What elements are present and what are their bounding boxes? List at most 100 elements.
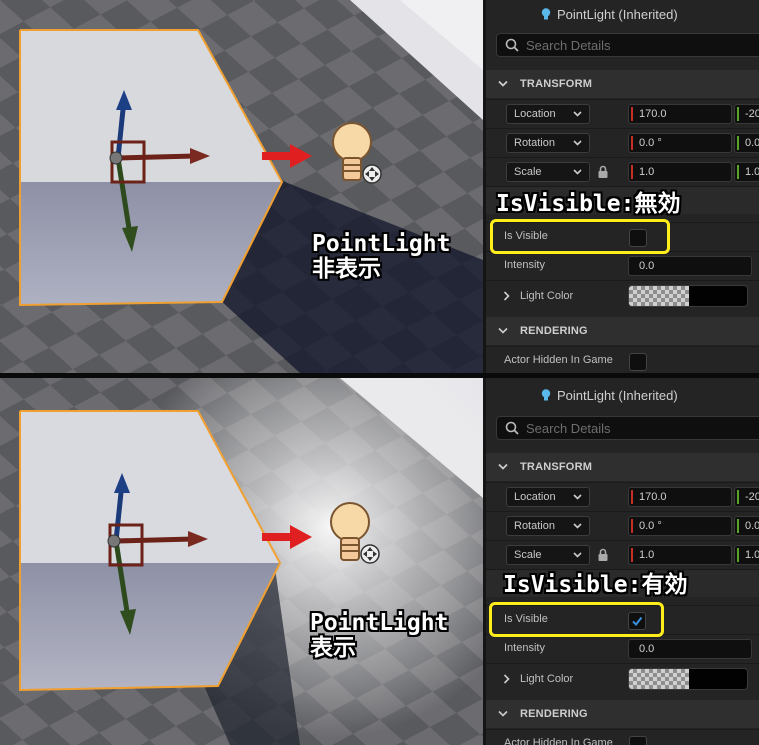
row-rotation: Rotation 0.0 ° 0.0	[486, 511, 759, 539]
section-rendering-label: RENDERING	[520, 325, 588, 337]
scale-label: Scale	[514, 166, 542, 178]
rotation-y-field[interactable]: 0.0	[734, 516, 759, 536]
search-details-input[interactable]: Search Details	[496, 33, 759, 57]
level-viewport[interactable]: PointLight 非表示	[0, 0, 483, 373]
lock-icon[interactable]	[597, 165, 609, 179]
location-dropdown[interactable]: Location	[506, 104, 590, 124]
rotation-x-field[interactable]: 0.0 °	[628, 133, 732, 153]
section-transform-label: TRANSFORM	[520, 461, 593, 473]
rotation-dropdown[interactable]: Rotation	[506, 133, 590, 153]
actor-hidden-checkbox[interactable]	[629, 353, 647, 371]
scale-dropdown[interactable]: Scale	[506, 545, 590, 565]
scale-y-field[interactable]: 1.0	[734, 545, 759, 565]
highlight-box	[490, 219, 670, 254]
location-label: Location	[514, 108, 556, 120]
details-title-text: PointLight (Inherited)	[557, 387, 678, 403]
viewport-caption: PointLight 表示	[310, 611, 448, 661]
point-light-bulb-icon	[541, 8, 551, 20]
location-label: Location	[514, 491, 556, 503]
actor-hidden-label: Actor Hidden In Game	[504, 354, 613, 366]
caption-line1: PointLight	[310, 610, 449, 636]
section-transform[interactable]: TRANSFORM	[486, 453, 759, 481]
chevron-down-icon	[498, 327, 508, 334]
details-title: PointLight (Inherited)	[486, 0, 759, 28]
point-light-bulb-icon	[541, 389, 551, 401]
chevron-down-icon	[573, 111, 582, 117]
row-location: Location 170.0 -20	[486, 482, 759, 510]
intensity-field[interactable]: 0.0	[628, 256, 752, 276]
annotation-text: IsVisible:有効	[503, 572, 688, 598]
rotation-label: Rotation	[514, 137, 555, 149]
chevron-down-icon	[498, 463, 508, 470]
section-rendering-label: RENDERING	[520, 708, 588, 720]
chevron-down-icon	[573, 169, 582, 175]
details-title-text: PointLight (Inherited)	[557, 6, 678, 22]
search-placeholder: Search Details	[526, 420, 611, 436]
light-color-label: Light Color	[520, 673, 574, 685]
row-actor-hidden: Actor Hidden In Game	[486, 729, 759, 745]
details-panel: PointLight (Inherited) Search Details TR…	[483, 0, 759, 373]
light-color-swatch[interactable]	[628, 668, 748, 690]
section-rendering[interactable]: RENDERING	[486, 317, 759, 345]
scale-y-field[interactable]: 1.0	[734, 162, 759, 182]
viewport-caption: PointLight 非表示	[312, 232, 450, 282]
section-transform[interactable]: TRANSFORM	[486, 70, 759, 98]
chevron-down-icon	[498, 80, 508, 87]
comparison-panel-visible: PointLight 表示 PointLight (Inherited) Sea…	[0, 378, 759, 745]
location-y-field[interactable]: -20	[734, 104, 759, 124]
comparison-panel-hidden: PointLight 非表示 PointLight (Inherited) Se…	[0, 0, 759, 373]
chevron-down-icon	[573, 552, 582, 558]
section-rendering[interactable]: RENDERING	[486, 700, 759, 728]
viewport-scene	[0, 378, 483, 745]
rotation-y-field[interactable]: 0.0	[734, 133, 759, 153]
actor-hidden-label: Actor Hidden In Game	[504, 737, 613, 745]
chevron-down-icon	[573, 523, 582, 529]
caption-line1: PointLight	[312, 231, 451, 257]
section-transform-label: TRANSFORM	[520, 78, 593, 90]
lock-icon[interactable]	[597, 548, 609, 562]
viewport-scene	[0, 0, 483, 373]
scale-x-field[interactable]: 1.0	[628, 162, 732, 182]
level-viewport[interactable]: PointLight 表示	[0, 378, 483, 745]
intensity-label: Intensity	[504, 642, 545, 654]
row-intensity: Intensity 0.0	[486, 251, 759, 279]
rotation-label: Rotation	[514, 520, 555, 532]
light-color-label: Light Color	[520, 290, 574, 302]
chevron-down-icon	[498, 710, 508, 717]
details-panel: PointLight (Inherited) Search Details TR…	[483, 378, 759, 745]
chevron-down-icon	[573, 494, 582, 500]
chevron-right-icon[interactable]	[503, 674, 510, 684]
row-rotation: Rotation 0.0 ° 0.0	[486, 128, 759, 156]
search-placeholder: Search Details	[526, 37, 611, 53]
move-gizmo-icon	[360, 544, 380, 564]
search-icon	[505, 38, 519, 52]
row-intensity: Intensity 0.0	[486, 634, 759, 662]
row-scale: Scale 1.0 1.0	[486, 540, 759, 568]
location-dropdown[interactable]: Location	[506, 487, 590, 507]
scale-label: Scale	[514, 549, 542, 561]
move-gizmo-icon	[362, 164, 382, 184]
row-actor-hidden: Actor Hidden In Game	[486, 346, 759, 373]
rotation-x-field[interactable]: 0.0 °	[628, 516, 732, 536]
highlight-box	[489, 602, 664, 637]
chevron-right-icon[interactable]	[503, 291, 510, 301]
location-x-field[interactable]: 170.0	[628, 104, 732, 124]
light-color-swatch[interactable]	[628, 285, 748, 307]
row-light-color: Light Color	[486, 663, 759, 695]
caption-line2: 表示	[310, 635, 356, 661]
row-scale: Scale 1.0 1.0	[486, 157, 759, 185]
actor-hidden-checkbox[interactable]	[629, 736, 647, 745]
scale-x-field[interactable]: 1.0	[628, 545, 732, 565]
details-title: PointLight (Inherited)	[486, 378, 759, 412]
search-icon	[505, 421, 519, 435]
search-details-input[interactable]: Search Details	[496, 416, 759, 440]
intensity-field[interactable]: 0.0	[628, 639, 752, 659]
rotation-dropdown[interactable]: Rotation	[506, 516, 590, 536]
intensity-label: Intensity	[504, 259, 545, 271]
location-y-field[interactable]: -20	[734, 487, 759, 507]
location-x-field[interactable]: 170.0	[628, 487, 732, 507]
row-location: Location 170.0 -20	[486, 99, 759, 127]
caption-line2: 非表示	[312, 256, 381, 282]
row-light-color: Light Color	[486, 280, 759, 312]
scale-dropdown[interactable]: Scale	[506, 162, 590, 182]
